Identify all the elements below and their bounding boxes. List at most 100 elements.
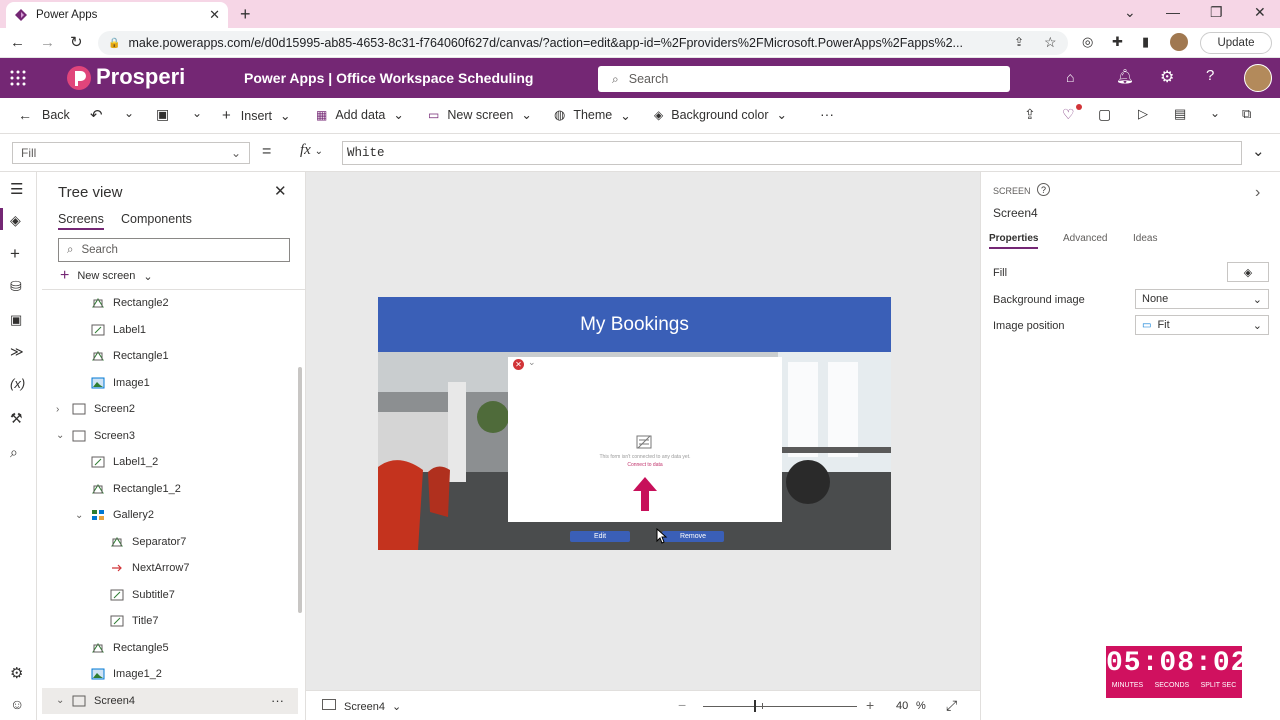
edit-form-control[interactable]: ✕ ⌄ This form isn't connected to any dat… (508, 357, 782, 522)
zoom-slider-thumb[interactable] (754, 700, 757, 712)
chevron-right-icon[interactable]: › (1255, 184, 1260, 202)
info-icon[interactable]: ? (1037, 183, 1050, 196)
fill-color-picker[interactable]: ◈ (1227, 262, 1269, 282)
sidepanel-icon[interactable]: ▮ (1142, 34, 1149, 50)
minimize-icon[interactable]: — (1166, 4, 1180, 20)
add-data-button[interactable]: ▦ Add data ⌄ (316, 107, 404, 123)
share-icon[interactable]: ⇪ (1014, 35, 1024, 49)
reload-icon[interactable]: ↻ (70, 33, 83, 51)
close-window-icon[interactable]: ✕ (1254, 4, 1266, 21)
chevron-down-icon[interactable]: ⌄ (56, 695, 66, 706)
zoom-out-icon[interactable]: − (678, 697, 686, 713)
save-dropdown-chevron-icon[interactable]: ⌄ (1210, 106, 1220, 120)
property-dropdown[interactable]: Fill ⌄ (12, 142, 250, 164)
settings-gear-icon[interactable]: ⚙ (10, 664, 28, 682)
more-options-icon[interactable]: ··· (271, 693, 284, 708)
background-color-button[interactable]: ◈ Background color ⌄ (654, 107, 787, 123)
new-tab-icon[interactable]: + (240, 4, 251, 25)
background-image-dropdown[interactable]: None ⌄ (1135, 289, 1269, 309)
chevron-right-icon[interactable]: › (56, 404, 66, 415)
search-icon[interactable]: ⌕ (10, 444, 28, 462)
insert-plus-icon[interactable]: + (10, 244, 28, 263)
more-options-icon[interactable]: ··· (820, 106, 834, 122)
chevron-down-icon[interactable]: ⌄ (528, 357, 536, 368)
tab-screens[interactable]: Screens (58, 212, 104, 230)
tree-item[interactable]: Rectangle5 (42, 635, 298, 661)
current-screen-selector[interactable]: Screen4 ⌄ (344, 700, 401, 713)
theme-button[interactable]: ◍ Theme ⌄ (554, 107, 631, 123)
update-button[interactable]: Update (1200, 32, 1272, 54)
puzzle-icon[interactable]: ✚ (1112, 34, 1123, 50)
extension-icon[interactable]: ◎ (1082, 34, 1093, 50)
tree-item[interactable]: Label1_2 (42, 449, 298, 475)
variables-icon[interactable]: (x) (10, 376, 28, 394)
connect-data-link[interactable]: Connect to data (508, 462, 782, 468)
tab-search-icon[interactable]: ⌄ (1124, 4, 1136, 21)
back-nav-icon[interactable]: ← (10, 34, 25, 51)
power-automate-icon[interactable]: ≫ (10, 344, 28, 362)
fit-to-window-icon[interactable]: ⤢ (946, 697, 957, 714)
tree-item[interactable]: Rectangle1 (42, 343, 298, 369)
zoom-in-icon[interactable]: + (866, 697, 874, 713)
restore-icon[interactable]: ❐ (1210, 4, 1223, 21)
user-avatar[interactable] (1244, 64, 1272, 92)
undo-dropdown-chevron-icon[interactable]: ⌄ (124, 106, 134, 120)
paste-dropdown-chevron-icon[interactable]: ⌄ (192, 106, 202, 120)
app-launcher-icon[interactable] (10, 70, 26, 86)
help-icon[interactable]: ? (1206, 67, 1214, 84)
media-icon[interactable]: ▣ (10, 312, 28, 330)
play-preview-icon[interactable]: ▷ (1138, 106, 1148, 122)
share-app-icon[interactable]: ⇪ (1024, 106, 1036, 123)
insert-button[interactable]: + Insert ⌄ (222, 107, 291, 124)
advanced-tools-icon[interactable]: ⚒ (10, 410, 28, 428)
hamburger-menu-icon[interactable]: ☰ (10, 180, 28, 198)
comments-icon[interactable]: ▢ (1098, 106, 1111, 123)
url-field[interactable]: 🔒 make.powerapps.com/e/d0d15995-ab85-465… (98, 31, 1068, 55)
tree-item[interactable]: › Screen2 (42, 396, 298, 422)
header-search-input[interactable]: ⌕ Search (598, 66, 1010, 92)
tree-item[interactable]: Rectangle1_2 (42, 476, 298, 502)
close-panel-icon[interactable]: ✕ (274, 182, 287, 200)
bell-icon[interactable]: 🔔︎ (1116, 68, 1134, 85)
tree-item[interactable]: ⌄ Screen3 (42, 423, 298, 449)
fx-button[interactable]: fx ⌄ (300, 142, 323, 159)
close-tab-icon[interactable]: ✕ (209, 7, 220, 23)
browser-tab[interactable]: Power Apps ✕ (6, 2, 228, 28)
tree-item[interactable]: Separator7 (42, 529, 298, 555)
error-icon[interactable]: ✕ (513, 359, 524, 370)
tree-search-input[interactable]: ⌕ Search (58, 238, 290, 262)
tab-components[interactable]: Components (121, 212, 192, 226)
app-screen-preview[interactable]: My Bookings ✕ ⌄ This form isn't connecte… (378, 297, 891, 550)
tree-item[interactable]: ⌄ Screen4 ··· (42, 687, 298, 714)
tree-item[interactable]: Image1 (42, 370, 298, 396)
tree-scrollbar[interactable] (298, 367, 302, 613)
properties-tab-ideas[interactable]: Ideas (1133, 233, 1157, 247)
edit-button[interactable]: Edit (570, 531, 630, 542)
tree-item[interactable]: NextArrow7 (42, 555, 298, 581)
zoom-slider-track[interactable] (703, 706, 857, 707)
data-cylinder-icon[interactable]: ⛁ (10, 278, 28, 296)
chevron-down-icon[interactable]: ⌄ (56, 430, 66, 441)
undo-icon[interactable]: ↶ (90, 106, 103, 124)
properties-tab-advanced[interactable]: Advanced (1063, 233, 1107, 247)
tree-item[interactable]: ⌄ Gallery2 (42, 502, 298, 528)
tree-item[interactable]: Subtitle7 (42, 582, 298, 608)
environment-icon[interactable]: ⌂ (1066, 69, 1074, 85)
virtual-agent-icon[interactable]: ☺ (10, 696, 28, 714)
properties-tab-properties[interactable]: Properties (989, 233, 1039, 249)
bookmark-star-icon[interactable]: ☆ (1044, 34, 1057, 51)
gear-icon[interactable]: ⚙ (1160, 67, 1174, 87)
app-checker-icon[interactable]: ♡ (1062, 106, 1075, 123)
new-screen-button[interactable]: ▭ New screen ⌄ (428, 107, 532, 123)
image-position-dropdown[interactable]: ▭ Fit ⌄ (1135, 315, 1269, 335)
tree-item[interactable]: Rectangle2 (42, 290, 298, 316)
chevron-down-icon[interactable]: ⌄ (75, 510, 85, 521)
publish-icon[interactable]: ⧉ (1242, 106, 1251, 122)
layers-tree-icon[interactable]: ◈ (10, 212, 28, 230)
formula-input[interactable]: White (342, 141, 1242, 165)
tree-item[interactable]: Image1_2 (42, 661, 298, 687)
paste-icon[interactable]: ▣ (156, 106, 169, 123)
back-button[interactable]: ← Back (18, 107, 70, 123)
tree-item[interactable]: Title7 (42, 608, 298, 634)
profile-avatar[interactable] (1170, 33, 1188, 51)
